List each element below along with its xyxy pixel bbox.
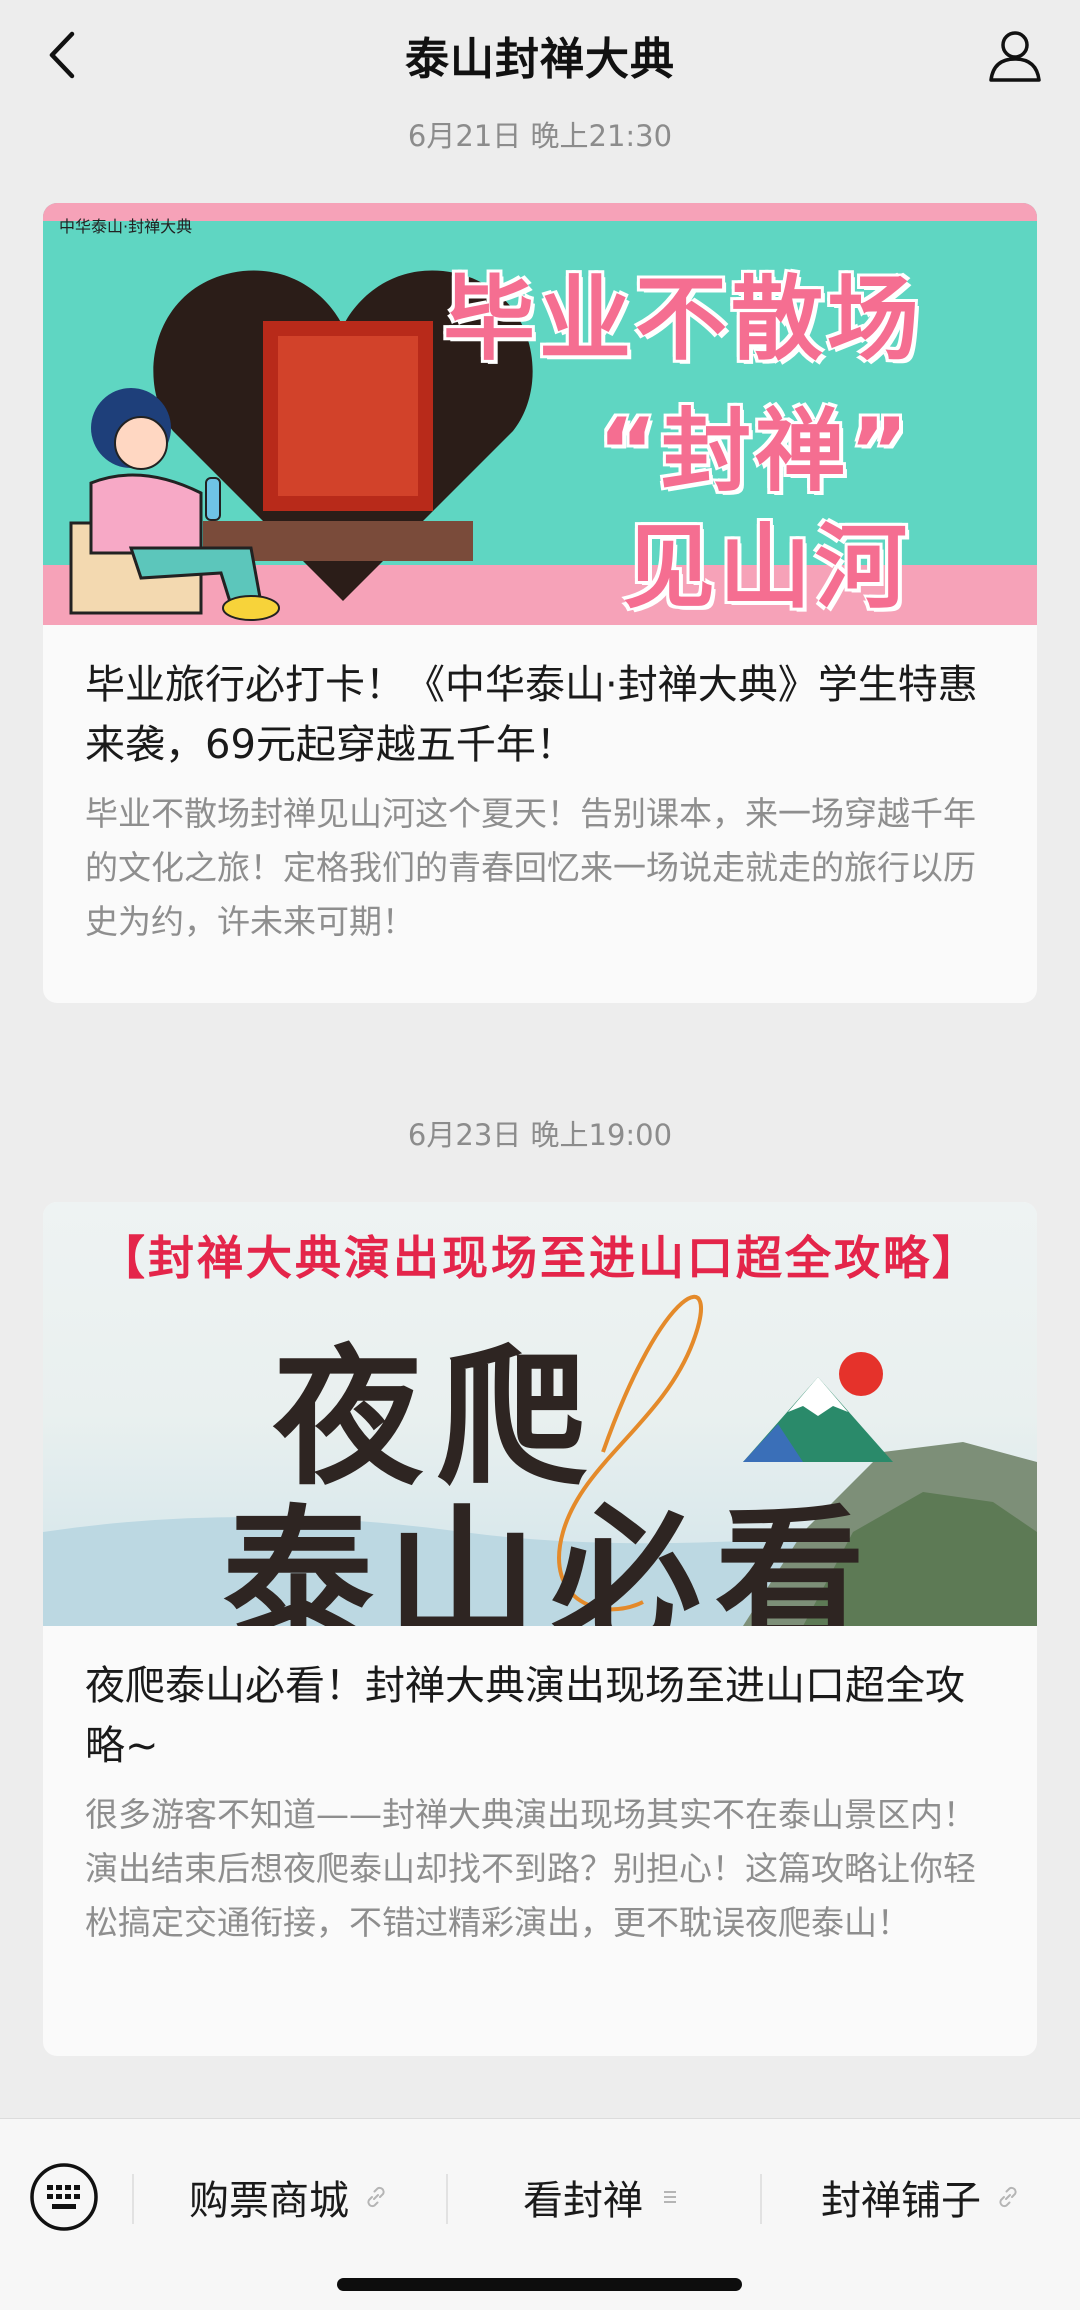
- cover-headline: “封禅”: [598, 399, 913, 504]
- article-title: 夜爬泰山必看！封禅大典演出现场至进山口超全攻略~: [85, 1663, 965, 1769]
- tab-label: 封禅铺子: [821, 2178, 981, 2224]
- cover-headline: 泰山必看: [223, 1492, 880, 1626]
- page-title: 泰山封禅大典: [405, 34, 675, 85]
- chevron-left-icon[interactable]: [38, 28, 88, 82]
- nav-bar: 泰山封禅大典: [0, 0, 1080, 110]
- brand-logo-text: 中华泰山·封禅大典: [59, 217, 193, 236]
- article-cover-image: 中华泰山·封禅大典 毕业不散场 “封禅” 见山河: [43, 203, 1037, 625]
- article-cover-image: 【封禅大典演出现场至进山口超全攻略】 夜爬 泰山必看: [43, 1202, 1037, 1626]
- article-summary: 很多游客不知道——封禅大典演出现场其实不在泰山景区内！演出结束后想夜爬泰山却找不…: [85, 1795, 976, 1942]
- cover-headline: 毕业不散场: [443, 266, 924, 373]
- menu-icon: [664, 2191, 676, 2203]
- tab-ticket-mall[interactable]: 购票商城: [134, 2149, 444, 2245]
- cover-headline: 见山河: [623, 514, 912, 621]
- tab-fengchan-shop[interactable]: 封禅铺子: [762, 2149, 1080, 2245]
- article-card[interactable]: 【封禅大典演出现场至进山口超全攻略】 夜爬 泰山必看 夜爬泰山必看！封禅大典演出…: [43, 1202, 1037, 2056]
- cover-banner: 【封禅大典演出现场至进山口超全攻略】: [99, 1231, 981, 1285]
- home-indicator[interactable]: [337, 2278, 742, 2291]
- girl-illustration: [69, 388, 280, 621]
- link-icon: [999, 2186, 1017, 2208]
- link-icon: [367, 2186, 385, 2208]
- article-card[interactable]: 中华泰山·封禅大典 毕业不散场 “封禅” 见山河 毕业旅行必打卡！《中华泰山·封…: [43, 203, 1037, 1003]
- tab-watch-fengchan[interactable]: 看封禅: [448, 2149, 758, 2245]
- timestamp: 6月23日 晚上19:00: [407, 1118, 673, 1152]
- cover-stripe: [43, 203, 1037, 221]
- article-summary: 毕业不散场封禅见山河这个夏天！告别课本，来一场穿越千年的文化之旅！定格我们的青春…: [85, 794, 976, 941]
- article-title: 毕业旅行必打卡！《中华泰山·封禅大典》学生特惠来袭，69元起穿越五千年！: [85, 662, 978, 768]
- timestamp: 6月21日 晚上21:30: [407, 119, 673, 153]
- person-icon[interactable]: [986, 26, 1044, 84]
- keyboard-icon[interactable]: [28, 2161, 100, 2233]
- tab-label: 看封禅: [523, 2178, 643, 2224]
- tab-label: 购票商城: [189, 2178, 349, 2224]
